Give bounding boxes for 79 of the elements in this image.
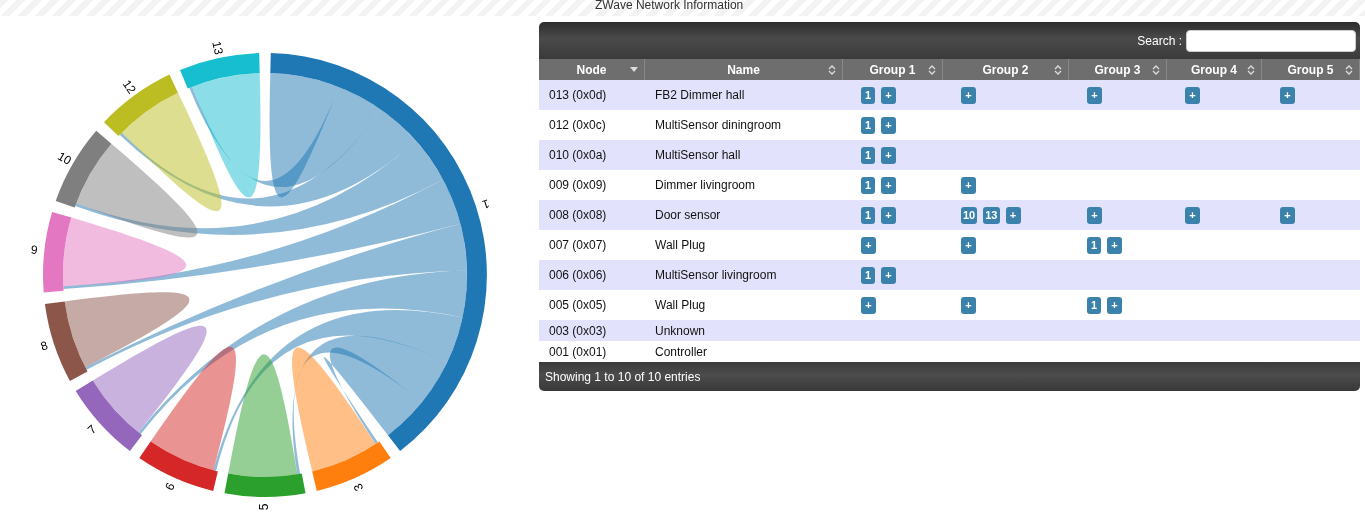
node-cell-text: 010 (0x0a)	[548, 148, 607, 162]
chord-group-label: 8	[38, 338, 50, 354]
column-header[interactable]: Name	[645, 59, 843, 80]
node-cell-text: 007 (0x07)	[548, 238, 607, 252]
node-cell-text: 005 (0x05)	[548, 298, 607, 312]
chord-group-label: 5	[257, 503, 272, 511]
member-badge[interactable]: 1	[861, 86, 875, 104]
add-member-button[interactable]: +	[861, 296, 876, 314]
name-cell-text: Wall Plug	[654, 298, 706, 312]
node-cell-text: 012 (0x0c)	[548, 118, 606, 132]
page-title: ZWave Network Information	[594, 0, 745, 14]
add-member-button[interactable]: +	[861, 236, 876, 254]
add-member-button[interactable]: +	[881, 116, 896, 134]
column-header[interactable]: Group 2	[943, 59, 1069, 80]
node-cell-text: 006 (0x06)	[548, 268, 607, 282]
add-member-button[interactable]: +	[961, 236, 976, 254]
member-badge[interactable]: 1	[861, 206, 875, 224]
column-header[interactable]: Group 1	[843, 59, 943, 80]
column-header[interactable]: Group 3	[1069, 59, 1167, 80]
add-member-button[interactable]: +	[1280, 86, 1295, 104]
add-member-button[interactable]: +	[1087, 86, 1102, 104]
member-badge[interactable]: 13	[983, 206, 1000, 224]
member-badge[interactable]: 1	[1087, 296, 1101, 314]
member-badge[interactable]: 1	[1087, 236, 1101, 254]
node-cell-text: 003 (0x03)	[548, 323, 607, 338]
node-cell-text: 013 (0x0d)	[548, 88, 607, 102]
chord-group-label: 9	[30, 242, 39, 258]
member-badge[interactable]: 1	[861, 146, 875, 164]
member-badge[interactable]: 1	[861, 116, 875, 134]
add-member-button[interactable]: +	[881, 266, 896, 284]
add-member-button[interactable]: +	[881, 86, 896, 104]
member-badge[interactable]: 10	[961, 206, 978, 224]
add-member-button[interactable]: +	[1005, 206, 1021, 224]
member-badge[interactable]: 1	[861, 176, 875, 194]
node-cell-text: 009 (0x09)	[548, 178, 607, 192]
name-cell-text: Dimmer livingroom	[654, 178, 755, 192]
sort-icon	[1345, 65, 1353, 75]
add-member-button[interactable]: +	[881, 206, 896, 224]
add-member-button[interactable]: +	[1185, 86, 1200, 104]
chord-group-label: 1	[480, 196, 492, 212]
chord-group-label: 3	[350, 481, 367, 494]
node-cell-text: 008 (0x08)	[548, 208, 607, 222]
add-member-button[interactable]: +	[1107, 296, 1122, 314]
chord-group-label: 7	[84, 422, 100, 438]
column-header[interactable]: Node	[539, 59, 645, 80]
add-member-button[interactable]: +	[1185, 206, 1200, 224]
add-member-button[interactable]: +	[881, 146, 896, 164]
name-cell-text: MultiSensor livingroom	[654, 268, 777, 282]
name-cell-text: Unknown	[654, 323, 706, 338]
name-cell-text: Controller	[654, 344, 708, 359]
sort-icon	[1152, 65, 1160, 75]
add-member-button[interactable]: +	[961, 176, 976, 194]
name-cell-text: MultiSensor diningroom	[654, 118, 782, 132]
chord-group-label: 10	[55, 148, 74, 168]
add-member-button[interactable]: +	[961, 86, 976, 104]
name-cell-text: MultiSensor hall	[654, 148, 741, 162]
sort-icon	[1054, 65, 1062, 75]
column-header[interactable]: Group 5	[1262, 59, 1360, 80]
sort-icon	[928, 65, 936, 75]
chord-group-label: 13	[209, 39, 226, 56]
add-member-button[interactable]: +	[881, 176, 896, 194]
search-label: Search :	[1137, 33, 1182, 48]
member-badge[interactable]: 1	[861, 266, 875, 284]
add-member-button[interactable]: +	[1087, 206, 1102, 224]
add-member-button[interactable]: +	[1107, 236, 1122, 254]
name-cell-text: Door sensor	[654, 208, 721, 222]
sort-icon	[1247, 65, 1255, 75]
chord-group-label: 12	[119, 77, 139, 97]
sort-down-icon	[630, 67, 638, 72]
node-cell-text: 001 (0x01)	[548, 344, 607, 359]
entries-info: Showing 1 to 10 of 10 entries	[545, 369, 701, 384]
add-member-button[interactable]: +	[961, 296, 976, 314]
search-field[interactable]	[1186, 29, 1356, 52]
column-header[interactable]: Group 4	[1167, 59, 1262, 80]
name-cell-text: FB2 Dimmer hall	[654, 88, 745, 102]
sort-icon	[828, 65, 836, 75]
add-member-button[interactable]: +	[1280, 206, 1295, 224]
name-cell-text: Wall Plug	[654, 238, 706, 252]
chord-group-label: 6	[162, 480, 178, 493]
